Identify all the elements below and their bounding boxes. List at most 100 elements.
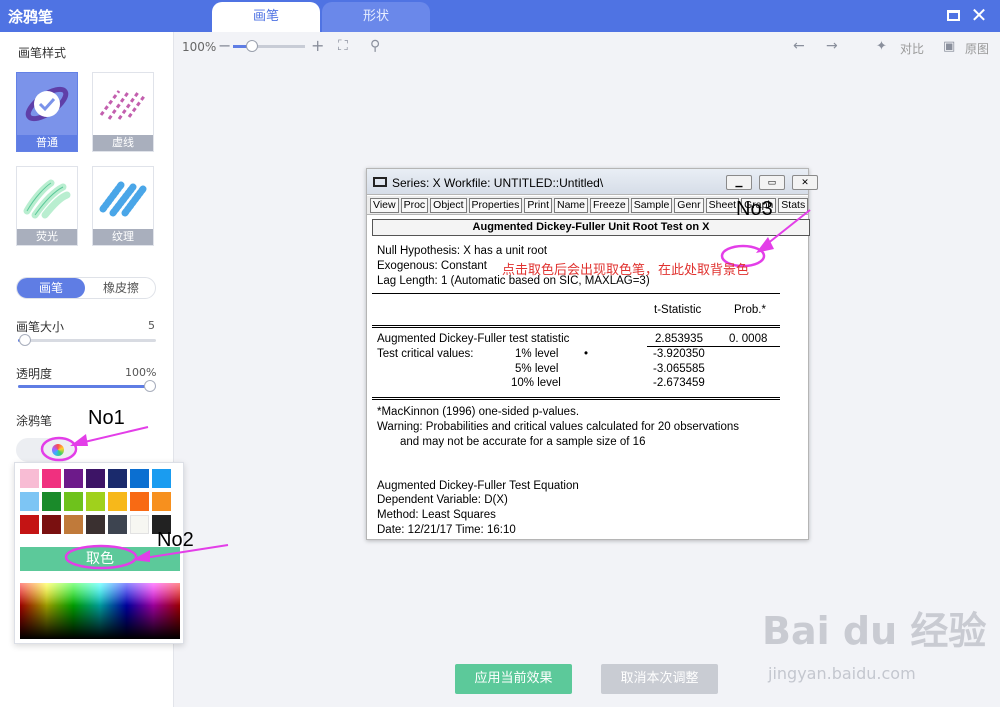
zoom-in-icon[interactable]: +: [311, 36, 324, 55]
compare-icon[interactable]: ✦: [876, 39, 887, 54]
ev-toolbar-button: Object: [430, 198, 467, 213]
opacity-slider-knob[interactable]: [144, 380, 156, 392]
ev-crit-level: 10% level: [511, 377, 561, 389]
color-swatch[interactable]: [152, 492, 171, 511]
brush-dashed-thumb: [93, 73, 153, 135]
color-swatch[interactable]: [42, 515, 61, 534]
color-swatch[interactable]: [86, 492, 105, 511]
color-swatch[interactable]: [20, 469, 39, 488]
color-swatch[interactable]: [130, 492, 149, 511]
color-swatch[interactable]: [108, 469, 127, 488]
ev-note: *MacKinnon (1996) one-sided p-values.: [377, 406, 580, 418]
opacity-label: 透明度: [16, 367, 53, 381]
mode-switch: 画笔 橡皮擦: [16, 277, 156, 299]
redo-icon[interactable]: →: [826, 38, 838, 54]
ev-toolbar-button: Properties: [468, 198, 523, 213]
color-swatches: [20, 469, 182, 538]
zoom-level: 100%: [182, 40, 217, 54]
ev-toolbar-button: Freeze: [590, 198, 629, 213]
zoom-slider-knob[interactable]: [246, 40, 258, 52]
size-slider[interactable]: [18, 334, 156, 346]
mode-pen-button[interactable]: 画笔: [17, 278, 85, 298]
brush-normal[interactable]: 普通: [16, 72, 78, 152]
color-swatch[interactable]: [86, 469, 105, 488]
apply-effect-button[interactable]: 应用当前效果: [455, 664, 572, 694]
ev-adf-prob: 0. 0008: [729, 333, 768, 345]
brush-texture-thumb: [93, 167, 153, 229]
color-swatch[interactable]: [42, 469, 61, 488]
maximize-icon: [946, 10, 960, 21]
color-swatch[interactable]: [130, 469, 149, 488]
ev-toolbar-button: Sheet: [705, 198, 740, 213]
canvas-image[interactable]: Series: X Workfile: UNTITLED::Untitled\ …: [366, 168, 818, 540]
color-swatch[interactable]: [64, 492, 83, 511]
ev-dot: •: [584, 348, 589, 360]
zoom-out-icon[interactable]: −: [218, 36, 231, 55]
cancel-adjust-button[interactable]: 取消本次调整: [601, 664, 718, 694]
ev-toolbar-button: Print: [524, 198, 552, 213]
check-circle-icon: [25, 86, 69, 122]
ev-null-hypothesis: Null Hypothesis: X has a unit root: [377, 245, 548, 257]
undo-icon[interactable]: ←: [793, 38, 805, 54]
annotation-no3: No3: [736, 198, 773, 220]
ev-crit-label: Test critical values:: [377, 348, 474, 360]
brush-highlighter[interactable]: 荧光: [16, 166, 78, 246]
color-swatch[interactable]: [42, 492, 61, 511]
original-image-icon[interactable]: ▣: [943, 39, 955, 54]
dashed-stroke-icon: [99, 90, 147, 120]
color-swatch[interactable]: [64, 515, 83, 534]
ev-toolbar-button: Name: [553, 198, 588, 213]
color-swatch[interactable]: [130, 515, 149, 534]
ev-toolbar-button: View: [370, 198, 399, 213]
brush-style-label: 画笔样式: [18, 46, 67, 60]
brush-dashed[interactable]: 虚线: [92, 72, 154, 152]
ev-rule: [372, 327, 780, 328]
color-swatch[interactable]: [20, 515, 39, 534]
color-swatch[interactable]: [20, 492, 39, 511]
pick-color-button[interactable]: 取色: [20, 547, 180, 571]
color-label: 涂鸦笔: [16, 414, 53, 428]
ev-titlebar: Series: X Workfile: UNTITLED::Untitled\ …: [367, 169, 818, 195]
brush-dashed-label: 虚线: [93, 135, 153, 151]
color-swatch[interactable]: [152, 469, 171, 488]
ev-rule: [372, 397, 780, 398]
compare-button[interactable]: 对比: [900, 40, 924, 57]
color-swatch[interactable]: [108, 515, 127, 534]
opacity-slider[interactable]: [18, 380, 156, 392]
ev-crit-value: -3.920350: [653, 348, 705, 360]
brush-normal-thumb: [17, 73, 77, 135]
ev-close-icon: ✕: [792, 175, 818, 190]
tab-shape[interactable]: 形状: [322, 2, 430, 32]
baidu-watermark: Bai du 经验: [762, 609, 987, 653]
color-picker-button[interactable]: [16, 438, 74, 462]
tab-brush[interactable]: 画笔: [212, 2, 320, 32]
ev-note: and may not be accurate for a sample siz…: [400, 436, 646, 448]
zoom-slider[interactable]: [233, 40, 305, 52]
title-bar: 涂鸦笔 画笔 形状 ✕: [0, 0, 1000, 32]
size-slider-knob[interactable]: [19, 334, 31, 346]
baidu-watermark-url: jingyan.baidu.com: [768, 664, 916, 683]
ev-window-icon: [373, 177, 387, 187]
opacity-value: 100%: [125, 366, 157, 379]
brush-texture-label: 纹理: [93, 229, 153, 245]
original-button[interactable]: 原图: [965, 40, 989, 57]
ev-dep-var: Dependent Variable: D(X): [377, 494, 508, 506]
ev-rule: [372, 325, 780, 326]
maximize-button[interactable]: [944, 6, 962, 24]
ev-exogenous: Exogenous: Constant: [377, 260, 487, 272]
magnifier-icon[interactable]: ⚲: [370, 38, 380, 54]
ev-adf-tstat: 2.853935: [655, 333, 703, 345]
fit-screen-icon[interactable]: ⛶: [338, 38, 348, 54]
brush-texture[interactable]: 纹理: [92, 166, 154, 246]
ev-minimize-icon: ▁: [726, 175, 752, 190]
color-swatch[interactable]: [108, 492, 127, 511]
ev-eq-title: Augmented Dickey-Fuller Test Equation: [377, 480, 579, 492]
ev-toolbar-button: Genr: [674, 198, 704, 213]
ev-header: Augmented Dickey-Fuller Unit Root Test o…: [372, 219, 810, 236]
color-spectrum[interactable]: [20, 583, 180, 639]
color-swatch[interactable]: [64, 469, 83, 488]
close-button[interactable]: ✕: [970, 5, 988, 25]
mode-eraser-button[interactable]: 橡皮擦: [87, 278, 155, 298]
color-swatch[interactable]: [86, 515, 105, 534]
color-wheel-icon: [52, 444, 64, 456]
